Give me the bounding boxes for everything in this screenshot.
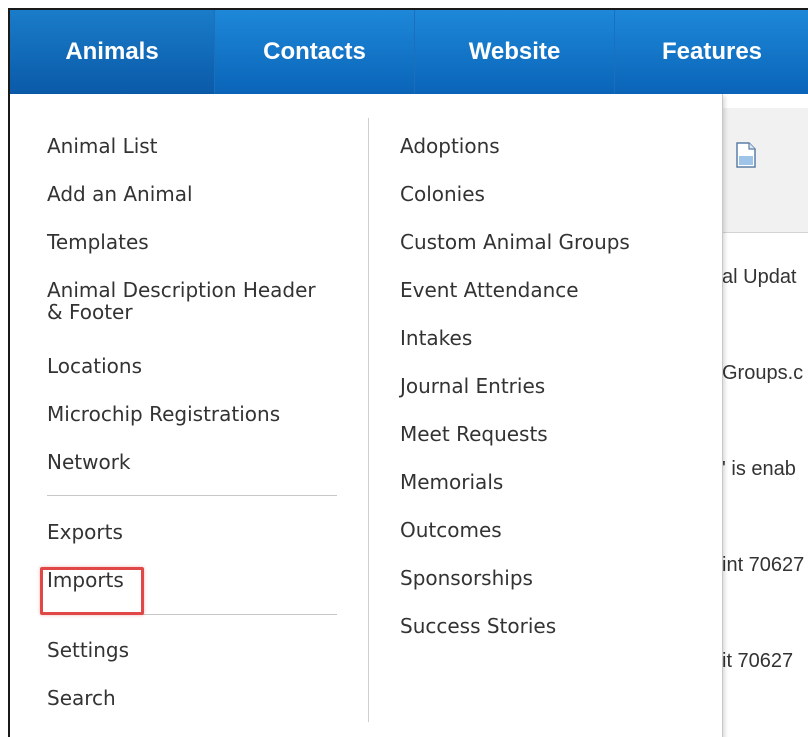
menu-item-sponsorships[interactable]: Sponsorships (400, 567, 533, 589)
menu-item-animal-description-header-footer[interactable]: Animal Description Header & Footer (47, 279, 337, 323)
tab-contacts[interactable]: Contacts (215, 10, 415, 94)
bg-text: int 70627 (722, 554, 805, 576)
tab-website[interactable]: Website (415, 10, 615, 94)
menu-separator (47, 495, 337, 496)
menu-item-microchip-registrations[interactable]: Microchip Registrations (47, 403, 280, 425)
menu-item-animal-list[interactable]: Animal List (47, 135, 158, 157)
menu-item-outcomes[interactable]: Outcomes (400, 519, 502, 541)
menu-item-exports[interactable]: Exports (47, 521, 123, 543)
menu-item-adoptions[interactable]: Adoptions (400, 135, 500, 157)
bg-text: ' is enab (722, 458, 796, 480)
toolbar-panel (722, 108, 808, 233)
animals-dropdown-menu: Animal List Add an Animal Templates Anim… (10, 94, 723, 737)
menu-item-journal-entries[interactable]: Journal Entries (400, 375, 545, 397)
menu-item-templates[interactable]: Templates (47, 231, 149, 253)
bg-text: Groups.c (722, 362, 804, 384)
menu-item-colonies[interactable]: Colonies (400, 183, 485, 205)
menu-item-search[interactable]: Search (47, 687, 116, 709)
menu-item-settings[interactable]: Settings (47, 639, 129, 661)
toolbar-label[interactable]: al Updat (722, 266, 808, 289)
menu-separator (47, 614, 337, 615)
document-icon[interactable] (736, 142, 756, 168)
menu-item-intakes[interactable]: Intakes (400, 327, 472, 349)
tab-animals[interactable]: Animals (10, 10, 215, 94)
tab-features[interactable]: Features (615, 10, 808, 94)
bg-text: it 70627 (722, 650, 794, 672)
menu-item-memorials[interactable]: Memorials (400, 471, 503, 493)
top-nav: Animals Contacts Website Features (10, 10, 808, 94)
menu-item-network[interactable]: Network (47, 451, 131, 473)
menu-column-divider (368, 118, 369, 722)
menu-item-success-stories[interactable]: Success Stories (400, 615, 556, 637)
menu-item-add-an-animal[interactable]: Add an Animal (47, 183, 193, 205)
menu-item-locations[interactable]: Locations (47, 355, 142, 377)
menu-item-custom-animal-groups[interactable]: Custom Animal Groups (400, 231, 630, 253)
app-frame: i c C r c al Updat Groups.c ' is enab in… (8, 8, 808, 737)
menu-item-imports[interactable]: Imports (47, 569, 124, 591)
menu-item-meet-requests[interactable]: Meet Requests (400, 423, 548, 445)
menu-item-event-attendance[interactable]: Event Attendance (400, 279, 579, 301)
